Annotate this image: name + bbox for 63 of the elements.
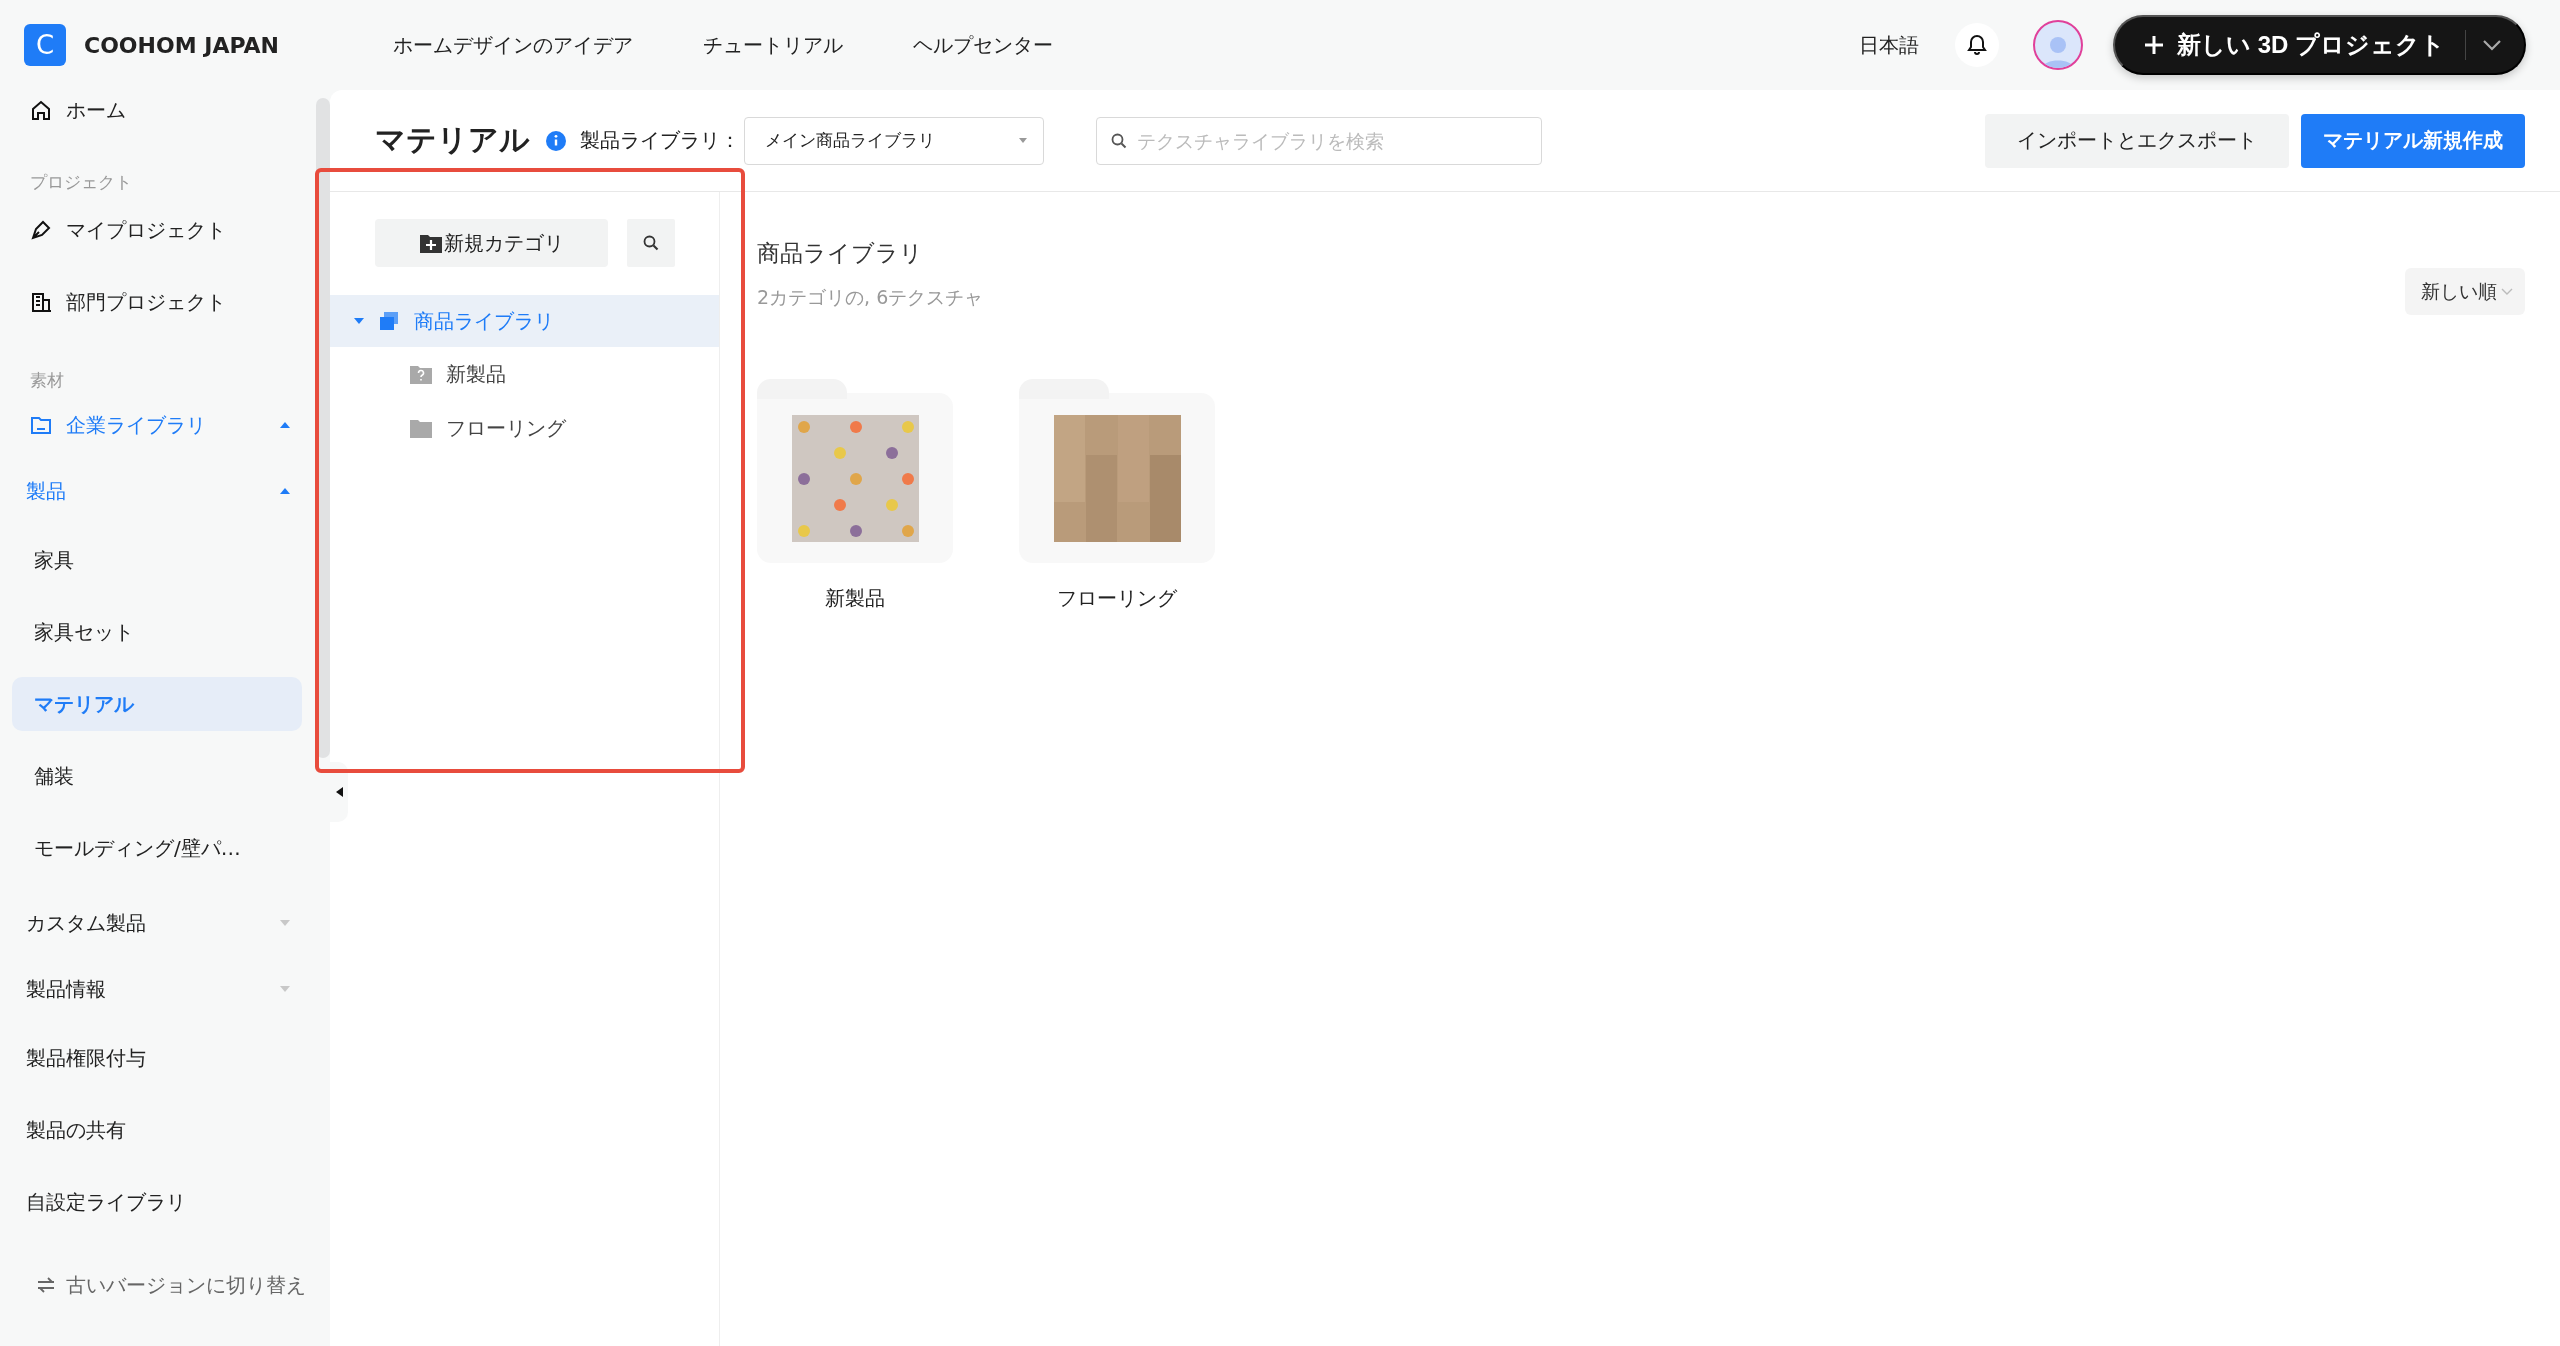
library-dropdown[interactable]: メイン商品ライブラリ xyxy=(744,116,1044,165)
menu-item[interactable]: 舗装 xyxy=(12,749,302,803)
menu-item[interactable]: 家具 xyxy=(12,533,302,587)
language-selector[interactable]: 日本語 xyxy=(1859,31,1919,59)
section-heading: プロジェクト xyxy=(29,171,133,194)
unknown-folder-icon xyxy=(410,364,432,384)
swap-icon xyxy=(36,1277,56,1293)
tree-item[interactable]: フローリング xyxy=(330,401,719,455)
nav-link[interactable]: ヘルプセンター xyxy=(913,31,1053,59)
new-project-button[interactable]: 新しい 3D プロジェクト xyxy=(2113,15,2526,75)
menu-group[interactable]: カスタム製品 xyxy=(12,896,302,950)
nav-link[interactable]: ホームデザインのアイデア xyxy=(393,31,633,59)
search-icon xyxy=(643,235,659,251)
home-icon xyxy=(30,99,52,121)
menu-item[interactable]: モールディング/壁パ… xyxy=(12,821,302,875)
collapse-handle[interactable] xyxy=(330,762,348,822)
search-field[interactable]: テクスチャライブラリを検索 xyxy=(1096,116,1542,165)
menu-item[interactable]: 自設定ライブラリ xyxy=(12,1175,302,1229)
menu-group[interactable]: 製品情報 xyxy=(12,962,302,1016)
chevron-down-icon xyxy=(2482,39,2502,51)
menu-item[interactable]: 部門プロジェクト xyxy=(12,275,302,329)
switch-version-link[interactable]: 古いバージョンに切り替え xyxy=(36,1262,330,1308)
caret-icon xyxy=(280,986,290,992)
folder-label: 新製品 xyxy=(825,585,885,612)
menu-group[interactable]: 企業ライブラリ xyxy=(12,398,302,452)
avatar[interactable] xyxy=(2033,20,2083,70)
create-button[interactable]: マテリアル新規作成 xyxy=(2301,113,2525,168)
caret-icon[interactable] xyxy=(354,318,364,324)
nav-link[interactable]: チュートリアル xyxy=(703,31,843,59)
folder-label: フローリング xyxy=(1057,585,1177,612)
summary-text: 2カテゴリの, 6テクスチャ xyxy=(757,285,984,310)
menu-item[interactable]: マイプロジェクト xyxy=(12,203,302,257)
brand-name: COOHOM JAPAN xyxy=(84,32,279,58)
search-icon xyxy=(1111,132,1127,149)
building-icon xyxy=(30,291,52,313)
caret-icon xyxy=(280,488,290,494)
library-icon xyxy=(378,310,400,332)
section-title: 商品ライブラリ xyxy=(757,239,924,268)
page-title: マテリアル xyxy=(375,121,530,159)
pen-icon xyxy=(30,219,52,241)
import-export-button[interactable]: インポートとエクスポート xyxy=(1985,113,2289,168)
menu-item[interactable]: 製品権限付与 xyxy=(12,1031,302,1085)
field-label: 製品ライブラリ： xyxy=(580,127,740,154)
tree-item[interactable]: 新製品 xyxy=(330,347,719,401)
folder-icon xyxy=(410,418,432,438)
logo[interactable]: C xyxy=(24,24,66,66)
section-heading: 素材 xyxy=(29,369,65,392)
sort-dropdown[interactable]: 新しい順 xyxy=(2405,268,2525,315)
caret-icon xyxy=(280,422,290,428)
plus-icon xyxy=(2143,34,2165,56)
new-category-button[interactable]: 新規カテゴリ xyxy=(375,219,608,267)
info-icon[interactable] xyxy=(546,130,566,151)
notification-icon[interactable] xyxy=(1955,23,1999,67)
menu-group[interactable]: 製品 xyxy=(12,464,302,518)
menu-item[interactable]: 家具セット xyxy=(12,605,302,659)
caret-icon xyxy=(1019,138,1027,143)
chevron-down-icon xyxy=(2501,288,2513,295)
search-button[interactable] xyxy=(627,219,675,267)
menu-item[interactable]: ホーム xyxy=(12,90,302,130)
menu-item[interactable]: 製品の共有 xyxy=(12,1103,302,1157)
folder-plus-icon xyxy=(419,233,442,253)
caret-icon xyxy=(280,920,290,926)
folder-icon xyxy=(30,414,52,436)
